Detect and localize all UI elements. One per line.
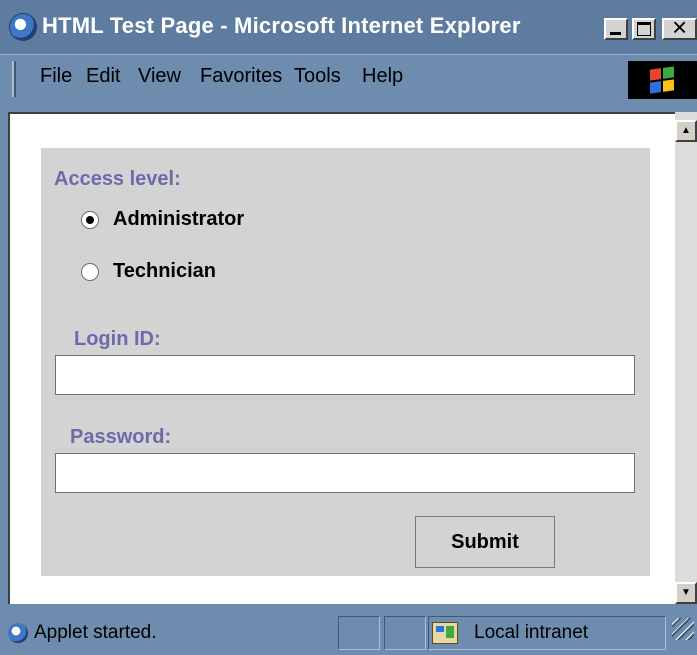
- close-button[interactable]: [662, 14, 697, 40]
- menu-file[interactable]: File: [40, 65, 72, 88]
- login-applet: Access level: Administrator Technician L…: [41, 148, 650, 576]
- status-bar: Applet started. Local intranet: [0, 610, 697, 655]
- page-icon: [8, 623, 28, 643]
- radio-administrator-label[interactable]: Administrator: [113, 208, 244, 231]
- password-input[interactable]: [55, 453, 635, 493]
- menu-help[interactable]: Help: [362, 65, 403, 88]
- status-pane-2: [384, 616, 426, 650]
- scroll-down-button[interactable]: ▼: [675, 582, 697, 604]
- maximize-button[interactable]: [632, 18, 656, 40]
- local-intranet-icon: [432, 622, 458, 644]
- ie-icon[interactable]: [10, 14, 36, 40]
- resize-grip[interactable]: [672, 618, 694, 640]
- menu-view[interactable]: View: [138, 65, 181, 88]
- status-text: Applet started.: [34, 622, 157, 643]
- access-level-label: Access level:: [54, 168, 181, 190]
- radio-administrator-button[interactable]: [81, 211, 99, 229]
- windows-flag-icon: [650, 66, 674, 94]
- submit-button[interactable]: Submit: [415, 516, 555, 568]
- radio-technician-button[interactable]: [81, 263, 99, 281]
- title-bar[interactable]: HTML Test Page - Microsoft Internet Expl…: [0, 0, 697, 54]
- toolbar-grip[interactable]: [12, 61, 16, 97]
- menu-favorites[interactable]: Favorites: [200, 65, 282, 88]
- password-label: Password:: [70, 426, 172, 448]
- windows-logo-throbber: [628, 61, 697, 99]
- radio-technician-label[interactable]: Technician: [113, 260, 216, 283]
- vertical-scrollbar[interactable]: ▲ ▼: [675, 112, 697, 604]
- menu-edit[interactable]: Edit: [86, 65, 120, 88]
- status-pane-1: [338, 616, 380, 650]
- menu-bar: File Edit View Favorites Tools Help: [0, 54, 697, 102]
- login-id-input[interactable]: [55, 355, 635, 395]
- zone-text: Local intranet: [474, 622, 589, 643]
- minimize-button[interactable]: [604, 18, 628, 40]
- login-id-label: Login ID:: [74, 328, 161, 350]
- scroll-up-button[interactable]: ▲: [675, 120, 697, 142]
- menu-tools[interactable]: Tools: [294, 65, 341, 88]
- window-title: HTML Test Page - Microsoft Internet Expl…: [42, 13, 521, 38]
